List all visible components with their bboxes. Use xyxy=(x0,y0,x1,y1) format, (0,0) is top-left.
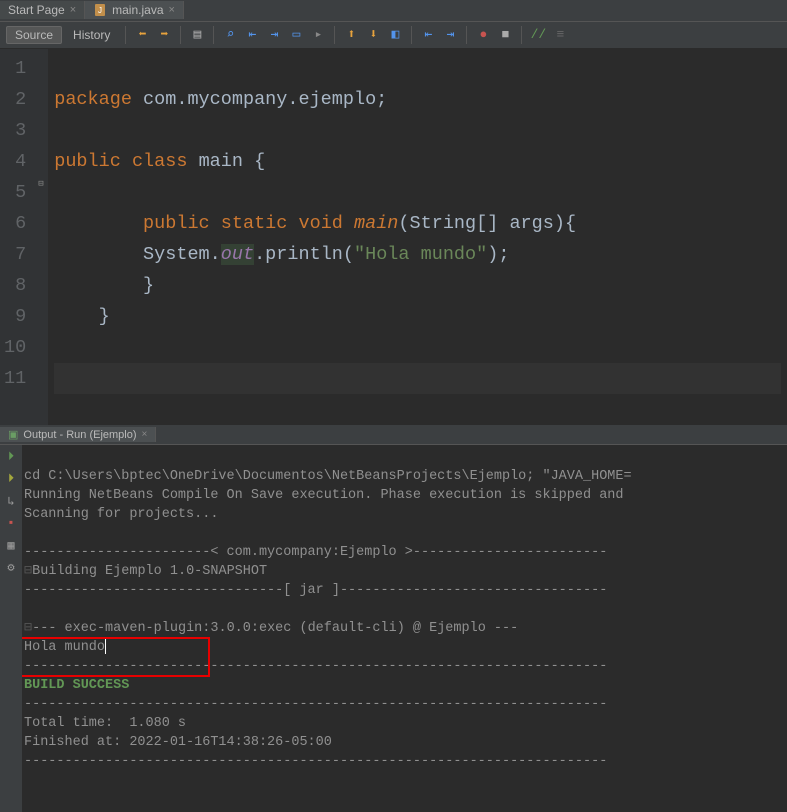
line-number: 10 xyxy=(4,332,26,363)
svg-text:J: J xyxy=(98,6,102,15)
output-line: Building Ejemplo 1.0-SNAPSHOT xyxy=(32,564,267,579)
stop-icon[interactable]: ↳ xyxy=(3,493,19,509)
shift-left-icon[interactable]: ⇤ xyxy=(418,25,438,45)
jump-icon[interactable]: ▪ xyxy=(3,515,19,531)
code-line xyxy=(54,177,781,208)
output-line: Finished at: 2022-01-16T14:38:26-05:00 xyxy=(24,735,332,750)
output-line: --------------------------------[ jar ]-… xyxy=(24,583,607,598)
line-number-gutter: 1 2 3 4 5 6 7 8 9 10 11 xyxy=(0,49,36,425)
shift-down-icon[interactable]: ⬇ xyxy=(363,25,383,45)
code-line: } xyxy=(54,270,781,301)
output-tab[interactable]: ▣ Output - Run (Ejemplo) × xyxy=(0,427,156,442)
bookmark-icon[interactable]: ◧ xyxy=(385,25,405,45)
line-number: 7 xyxy=(4,239,26,270)
line-number: 5 xyxy=(4,177,26,208)
line-number: 8 xyxy=(4,270,26,301)
java-file-icon: J xyxy=(93,3,107,17)
source-button[interactable]: Source xyxy=(6,26,62,44)
line-number: 9 xyxy=(4,301,26,332)
code-line xyxy=(54,332,781,363)
code-editor[interactable]: 1 2 3 4 5 6 7 8 9 10 11 ⊟ package com.my… xyxy=(0,49,787,425)
code-line xyxy=(54,115,781,146)
output-tab-bar: ▣ Output - Run (Ejemplo) × xyxy=(0,425,787,445)
comment-icon[interactable]: // xyxy=(528,25,548,45)
output-side-buttons: ⏵ ⏵ ↳ ▪ ▦ ⚙ xyxy=(0,445,22,812)
macro-stop-icon[interactable]: ■ xyxy=(495,25,515,45)
output-line: -----------------------< com.mycompany:E… xyxy=(24,545,607,560)
macro-record-icon[interactable]: ● xyxy=(473,25,493,45)
line-number: 1 xyxy=(4,53,26,84)
line-number: 3 xyxy=(4,115,26,146)
output-line: Total time: 1.080 s xyxy=(24,716,186,731)
tab-main-java[interactable]: J main.java × xyxy=(85,1,184,19)
separator xyxy=(213,26,214,44)
find-prev-icon[interactable]: ⇤ xyxy=(242,25,262,45)
build-success-line: BUILD SUCCESS xyxy=(24,678,129,693)
editor-toolbar: Source History ⬅ ➡ ▤ ⌕ ⇤ ⇥ ▭ ▸ ⬆ ⬇ ◧ ⇤ ⇥… xyxy=(0,22,787,49)
tab-label: main.java xyxy=(112,3,163,17)
wrap-icon[interactable]: ▦ xyxy=(3,537,19,553)
list-icon[interactable]: ▤ xyxy=(187,25,207,45)
output-tab-label: Output - Run (Ejemplo) xyxy=(23,429,136,441)
tab-start-page[interactable]: Start Page × xyxy=(0,1,85,19)
output-line: --- exec-maven-plugin:3.0.0:exec (defaul… xyxy=(32,621,518,636)
fold-marker-column: ⊟ xyxy=(36,49,48,425)
separator xyxy=(125,26,126,44)
find-next-icon[interactable]: ⇥ xyxy=(264,25,284,45)
code-line: System.out.println("Hola mundo"); xyxy=(54,239,781,270)
code-line: public static void main(String[] args){ xyxy=(54,208,781,239)
output-line xyxy=(24,602,32,617)
output-body: ⏵ ⏵ ↳ ▪ ▦ ⚙ cd C:\Users\bptec\OneDrive\D… xyxy=(0,445,787,812)
tree-marker-icon: ⊟ xyxy=(24,621,32,636)
separator xyxy=(180,26,181,44)
shift-up-icon[interactable]: ⬆ xyxy=(341,25,361,45)
tab-label: Start Page xyxy=(8,3,65,17)
terminal-icon: ▣ xyxy=(8,428,18,441)
line-number: 2 xyxy=(4,84,26,115)
code-area[interactable]: package com.mycompany.ejemplo; public cla… xyxy=(48,49,787,425)
separator xyxy=(334,26,335,44)
output-line: cd C:\Users\bptec\OneDrive\Documentos\Ne… xyxy=(24,469,632,484)
code-line xyxy=(54,53,781,84)
history-button[interactable]: History xyxy=(64,26,119,44)
output-line: ----------------------------------------… xyxy=(24,754,607,769)
find-selection-icon[interactable]: ⌕ xyxy=(220,25,240,45)
code-line: } xyxy=(54,301,781,332)
output-line: ----------------------------------------… xyxy=(24,697,607,712)
tree-marker-icon: ⊟ xyxy=(24,564,32,579)
rerun-alt-icon[interactable]: ⏵ xyxy=(3,471,19,487)
line-number: 4 xyxy=(4,146,26,177)
editor-tabs: Start Page × J main.java × xyxy=(0,0,787,22)
rerun-icon[interactable]: ⏵ xyxy=(3,449,19,465)
close-icon[interactable]: × xyxy=(70,4,76,16)
output-console[interactable]: cd C:\Users\bptec\OneDrive\Documentos\Ne… xyxy=(22,445,787,812)
output-line: Scanning for projects... xyxy=(24,507,218,522)
nav-back-icon[interactable]: ⬅ xyxy=(132,25,152,45)
nav-forward-icon[interactable]: ➡ xyxy=(154,25,174,45)
close-icon[interactable]: × xyxy=(169,4,175,16)
toggle-highlight-icon[interactable]: ▭ xyxy=(286,25,306,45)
separator xyxy=(521,26,522,44)
fold-collapse-icon[interactable]: ⊟ xyxy=(38,179,43,189)
close-icon[interactable]: × xyxy=(142,429,148,440)
output-line xyxy=(24,526,32,541)
settings-icon[interactable]: ⚙ xyxy=(3,559,19,575)
shift-right-icon[interactable]: ⇥ xyxy=(440,25,460,45)
output-line: Running NetBeans Compile On Save executi… xyxy=(24,488,632,503)
more-icon[interactable]: ▸ xyxy=(308,25,328,45)
separator xyxy=(466,26,467,44)
line-number: 11 xyxy=(4,363,26,394)
separator xyxy=(411,26,412,44)
line-number: 6 xyxy=(4,208,26,239)
uncomment-icon[interactable]: ≡ xyxy=(550,25,570,45)
code-line: public class main { xyxy=(54,146,781,177)
code-line: package com.mycompany.ejemplo; xyxy=(54,84,781,115)
annotation-highlight xyxy=(22,637,210,677)
code-line xyxy=(54,363,781,394)
